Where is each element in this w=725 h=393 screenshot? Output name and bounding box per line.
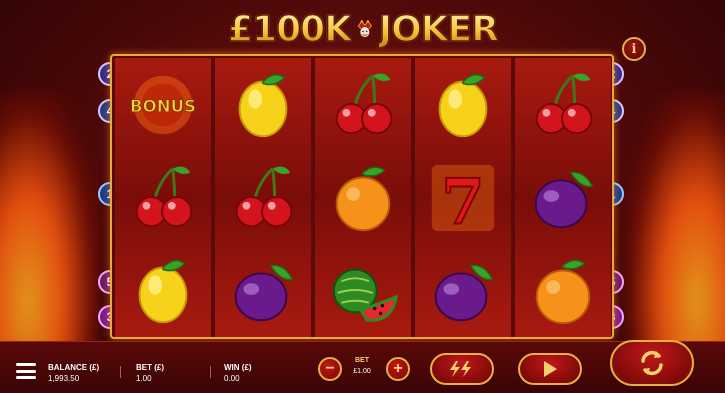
reel-symbol-cherries: [215, 151, 311, 244]
seven-icon: 7: [431, 163, 495, 237]
refresh-icon: [641, 350, 663, 376]
orange-icon: [335, 166, 391, 231]
reel-symbol-orange: [515, 244, 611, 337]
cherries-icon: [235, 166, 293, 227]
reel-symbol-watermelon: [315, 244, 411, 337]
win-label: WIN (£): [224, 363, 252, 372]
bet-increase-button[interactable]: +: [386, 357, 410, 381]
reel-symbol-orange: [315, 151, 411, 244]
watermelon-icon: [332, 268, 398, 322]
lemon-icon: [138, 259, 188, 323]
plum-icon: [534, 171, 594, 228]
cherries-icon: [135, 166, 193, 227]
lightning-icon: [450, 361, 471, 377]
orange-icon: [535, 259, 591, 324]
reel-frame: BONUS 7: [110, 54, 614, 339]
plum-icon: [234, 264, 294, 321]
cherries-icon: [535, 73, 593, 134]
right-flames: [625, 93, 725, 353]
logo-text-right: JOKER: [378, 8, 500, 51]
turbo-button[interactable]: [430, 353, 494, 385]
play-icon: [544, 361, 557, 377]
bet-control-value: £1.00: [353, 368, 371, 375]
reel-symbol-bonus: BONUS: [115, 58, 211, 151]
reel-symbol-lemon: [115, 244, 211, 337]
reel-symbol-cherries: [115, 151, 211, 244]
jester-icon: [357, 20, 373, 38]
bet-label: BET (£): [136, 363, 164, 372]
lemon-icon: [438, 73, 488, 137]
divider: [120, 366, 121, 378]
divider: [210, 366, 211, 378]
reel-symbol-plum: [215, 244, 311, 337]
reel-symbol-seven: 7: [415, 151, 511, 244]
svg-text:7: 7: [441, 164, 484, 237]
logo-text-left: £100K: [227, 8, 353, 51]
reel-symbol-lemon: [415, 58, 511, 151]
svg-text:BONUS: BONUS: [130, 96, 196, 115]
reel-symbol-cherries: [315, 58, 411, 151]
bet-value: 1.00: [136, 374, 152, 383]
bonus-icon: BONUS: [130, 75, 196, 134]
bet-control-label: BET: [355, 357, 369, 364]
bet-decrease-button[interactable]: −: [318, 357, 342, 381]
reel-symbol-cherries: [515, 58, 611, 151]
lemon-icon: [238, 73, 288, 137]
balance-value: 1,993.50: [48, 374, 80, 383]
win-value: 0.00: [224, 374, 240, 383]
balance-label: BALANCE (£): [48, 363, 100, 372]
game-logo: £100K JOKER: [227, 4, 500, 54]
plum-icon: [434, 264, 494, 321]
info-button[interactable]: i: [622, 37, 646, 61]
menu-icon[interactable]: [16, 363, 36, 379]
reel-symbol-lemon: [215, 58, 311, 151]
reel-symbol-plum: [415, 244, 511, 337]
cherries-icon: [335, 73, 393, 134]
reel-symbol-plum: [515, 151, 611, 244]
autoplay-button[interactable]: [610, 340, 694, 386]
left-flames: [0, 93, 100, 353]
spin-button[interactable]: [518, 353, 582, 385]
